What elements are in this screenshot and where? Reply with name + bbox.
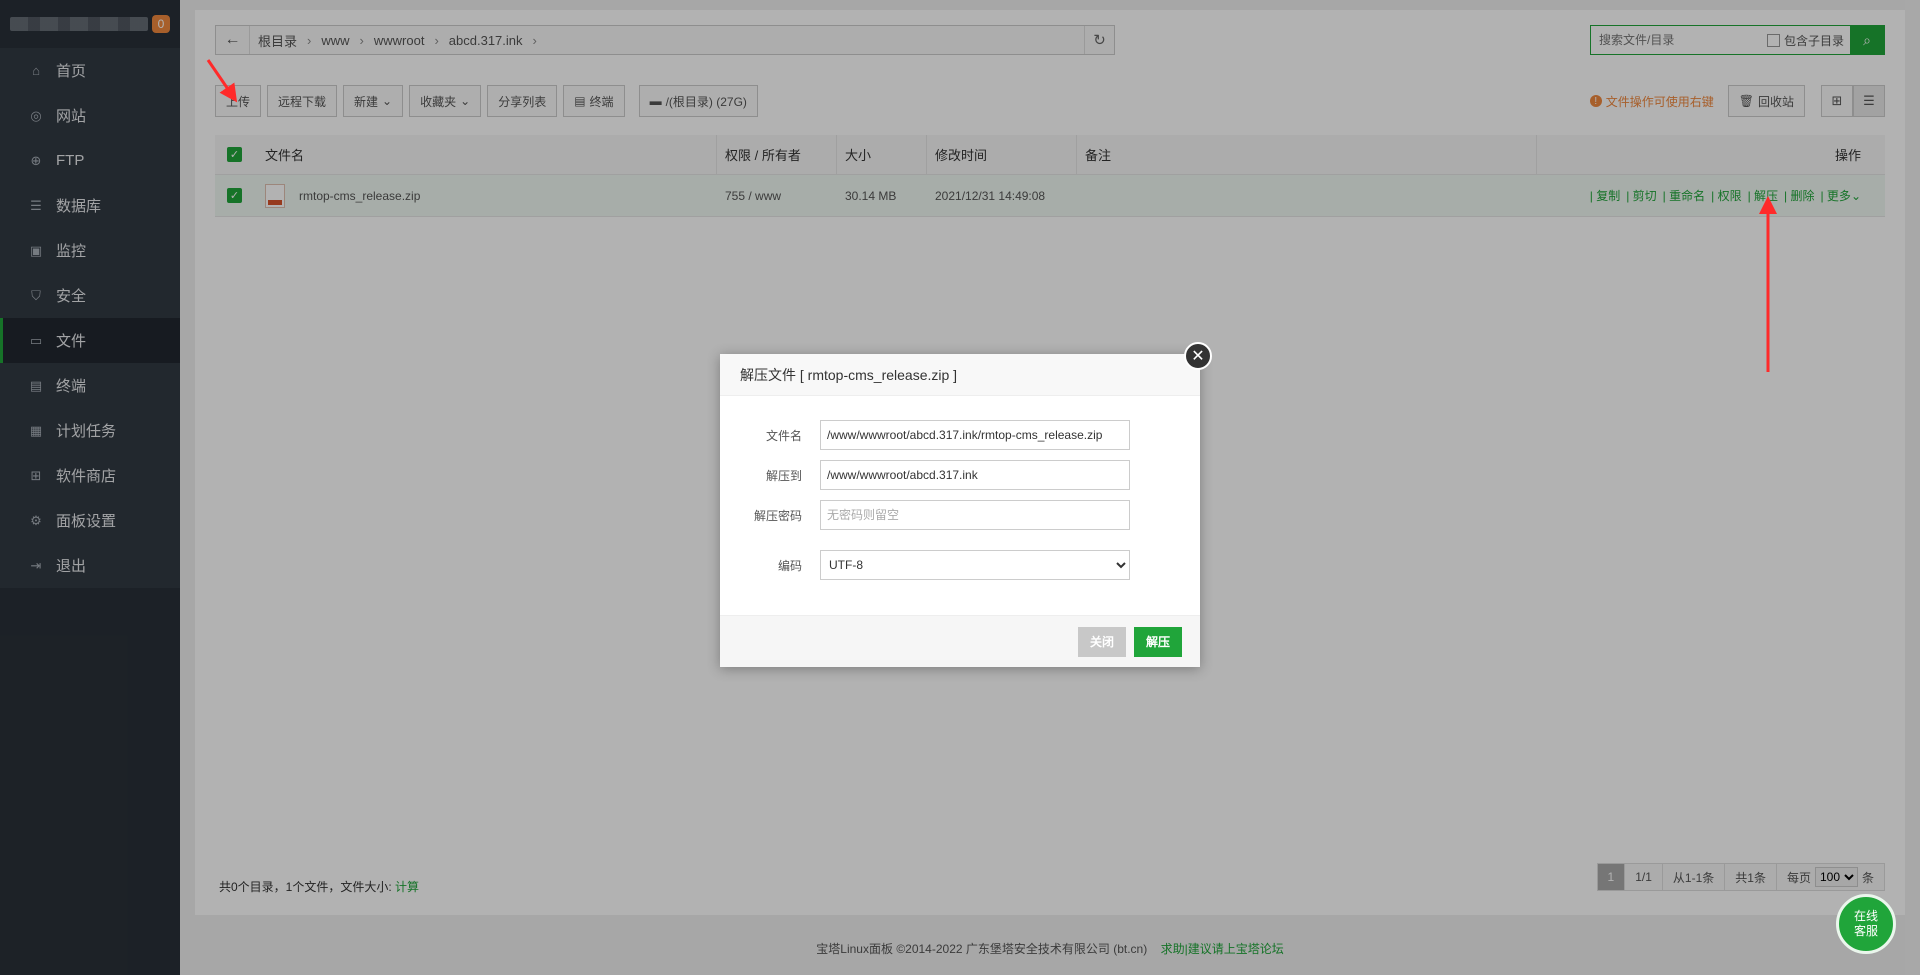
dialog-close-button[interactable]: ✕ (1184, 342, 1212, 370)
dialog-footer: 关闭 解压 (720, 615, 1200, 667)
password-label: 解压密码 (753, 508, 802, 523)
dest-row: 解压到 (740, 460, 1150, 490)
close-button[interactable]: 关闭 (1077, 626, 1126, 657)
support-line1: 在线 (1853, 909, 1878, 923)
dest-label: 解压到 (765, 468, 802, 483)
encoding-row: 编码 UTF-8 (740, 550, 1150, 580)
filename-label: 文件名 (765, 428, 802, 443)
password-field[interactable] (820, 500, 1130, 530)
password-row: 解压密码 (740, 500, 1150, 530)
dialog-title: 解压文件 [ rmtop-cms_release.zip ] (720, 354, 1200, 396)
filename-field[interactable] (820, 420, 1130, 450)
dialog-body: 文件名 解压到 解压密码 编码 UTF-8 (720, 396, 1200, 580)
support-label: 在线 客服 (1854, 909, 1878, 939)
dest-field[interactable] (820, 460, 1130, 490)
encoding-label: 编码 (777, 558, 802, 573)
filename-row: 文件名 (740, 420, 1150, 450)
extract-dialog: 解压文件 [ rmtop-cms_release.zip ] ✕ 文件名 解压到… (720, 342, 1212, 667)
encoding-select[interactable]: UTF-8 (820, 550, 1130, 580)
extract-button[interactable]: 解压 (1133, 626, 1182, 657)
online-support-button[interactable]: 在线 客服 (1836, 894, 1896, 954)
close-icon: ✕ (1191, 348, 1205, 365)
support-line2: 客服 (1853, 924, 1878, 938)
